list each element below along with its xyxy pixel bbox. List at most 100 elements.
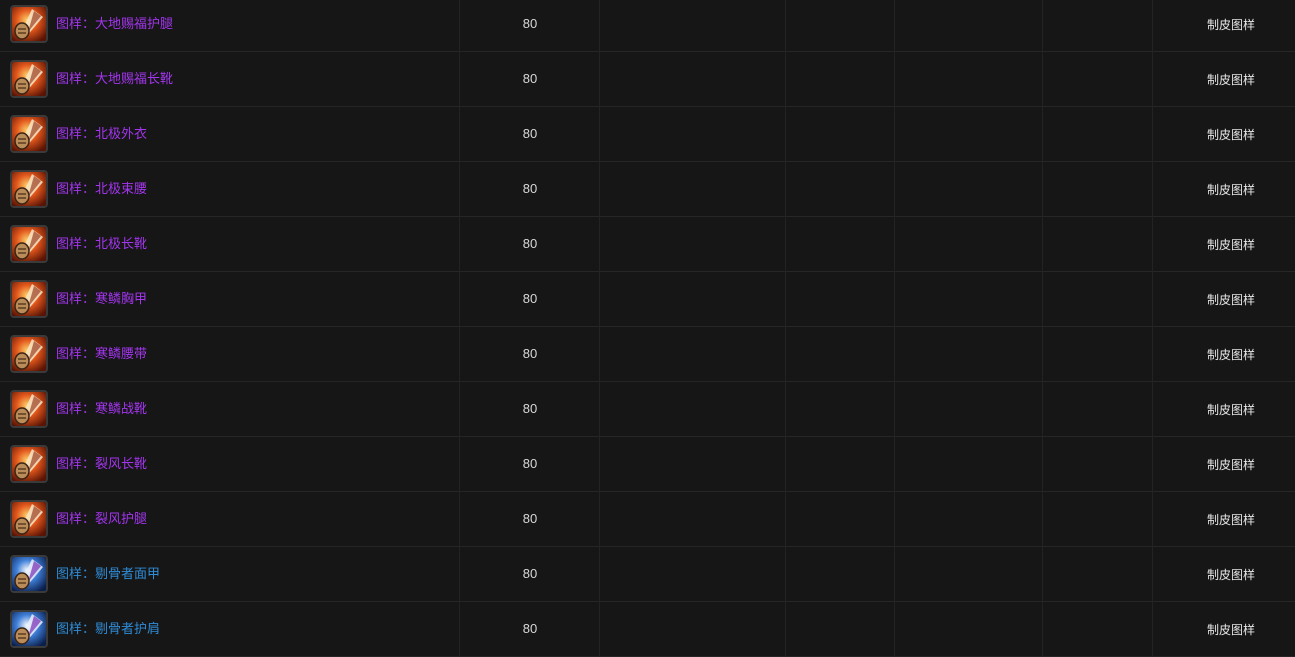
source-value: 制皮图样	[1206, 73, 1255, 87]
name-cell: 图样：大地赐福长靴	[0, 52, 460, 107]
name-cell: 图样：寒鳞战靴	[0, 382, 460, 437]
level-cell: 80	[460, 272, 600, 327]
empty-cell	[895, 437, 1043, 492]
name-cell: 图样：北极长靴	[0, 217, 460, 272]
item-link[interactable]: 图样：北极长靴	[56, 236, 147, 252]
level-value: 80	[522, 16, 538, 31]
leatherworking-pattern-icon[interactable]	[10, 60, 48, 98]
empty-cell	[600, 382, 786, 437]
leatherworking-pattern-icon[interactable]	[10, 170, 48, 208]
level-cell: 80	[460, 327, 600, 382]
level-value: 80	[522, 291, 538, 306]
source-cell: 制皮图样	[1153, 217, 1295, 272]
empty-cell	[1043, 327, 1153, 382]
empty-cell	[895, 492, 1043, 547]
empty-cell	[895, 0, 1043, 52]
name-cell: 图样：大地赐福护腿	[0, 0, 460, 52]
empty-cell	[1043, 547, 1153, 602]
empty-cell	[786, 162, 895, 217]
leatherworking-pattern-icon[interactable]	[10, 555, 48, 593]
leatherworking-pattern-icon[interactable]	[10, 115, 48, 153]
table-row: 图样：裂风护腿 80 制皮图样	[0, 492, 1295, 547]
level-value: 80	[522, 126, 538, 141]
source-cell: 制皮图样	[1153, 437, 1295, 492]
item-link[interactable]: 图样：大地赐福长靴	[56, 71, 173, 87]
level-cell: 80	[460, 382, 600, 437]
level-value: 80	[522, 401, 538, 416]
empty-cell	[600, 52, 786, 107]
table-row: 图样：北极外衣 80 制皮图样	[0, 107, 1295, 162]
source-cell: 制皮图样	[1153, 107, 1295, 162]
empty-cell	[786, 0, 895, 52]
level-cell: 80	[460, 602, 600, 657]
empty-cell	[895, 602, 1043, 657]
level-cell: 80	[460, 547, 600, 602]
leatherworking-pattern-icon[interactable]	[10, 610, 48, 648]
empty-cell	[600, 272, 786, 327]
level-value: 80	[522, 346, 538, 361]
empty-cell	[600, 107, 786, 162]
empty-cell	[1043, 437, 1153, 492]
level-cell: 80	[460, 437, 600, 492]
empty-cell	[1043, 52, 1153, 107]
source-cell: 制皮图样	[1153, 547, 1295, 602]
item-link[interactable]: 图样：北极束腰	[56, 181, 147, 197]
empty-cell	[786, 492, 895, 547]
leatherworking-pattern-icon[interactable]	[10, 445, 48, 483]
empty-cell	[600, 327, 786, 382]
table-row: 图样：裂风长靴 80 制皮图样	[0, 437, 1295, 492]
source-cell: 制皮图样	[1153, 52, 1295, 107]
source-value: 制皮图样	[1206, 183, 1255, 197]
empty-cell	[600, 602, 786, 657]
empty-cell	[895, 382, 1043, 437]
source-value: 制皮图样	[1206, 348, 1255, 362]
source-value: 制皮图样	[1206, 458, 1255, 472]
item-link[interactable]: 图样：裂风护腿	[56, 511, 147, 527]
empty-cell	[1043, 492, 1153, 547]
leatherworking-pattern-icon[interactable]	[10, 335, 48, 373]
item-link[interactable]: 图样：剔骨者护肩	[56, 621, 160, 637]
source-value: 制皮图样	[1206, 403, 1255, 417]
item-link[interactable]: 图样：寒鳞胸甲	[56, 291, 147, 307]
empty-cell	[786, 437, 895, 492]
empty-cell	[600, 217, 786, 272]
source-cell: 制皮图样	[1153, 327, 1295, 382]
empty-cell	[895, 272, 1043, 327]
item-link[interactable]: 图样：寒鳞战靴	[56, 401, 147, 417]
leatherworking-pattern-icon[interactable]	[10, 390, 48, 428]
source-cell: 制皮图样	[1153, 272, 1295, 327]
empty-cell	[895, 107, 1043, 162]
name-cell: 图样：北极束腰	[0, 162, 460, 217]
item-link[interactable]: 图样：大地赐福护腿	[56, 16, 173, 32]
recipe-table: 图样：大地赐福护腿 80 制皮图样 图样：大地赐福长靴 80 制皮图样 图样：北…	[0, 0, 1295, 657]
leatherworking-pattern-icon[interactable]	[10, 500, 48, 538]
empty-cell	[600, 492, 786, 547]
name-cell: 图样：剔骨者面甲	[0, 547, 460, 602]
level-cell: 80	[460, 107, 600, 162]
empty-cell	[895, 52, 1043, 107]
source-value: 制皮图样	[1206, 128, 1255, 142]
empty-cell	[895, 162, 1043, 217]
level-value: 80	[522, 456, 538, 471]
leatherworking-pattern-icon[interactable]	[10, 280, 48, 318]
name-cell: 图样：北极外衣	[0, 107, 460, 162]
empty-cell	[1043, 0, 1153, 52]
level-value: 80	[522, 181, 538, 196]
table-row: 图样：寒鳞战靴 80 制皮图样	[0, 382, 1295, 437]
item-link[interactable]: 图样：剔骨者面甲	[56, 566, 160, 582]
empty-cell	[600, 437, 786, 492]
table-row: 图样：寒鳞胸甲 80 制皮图样	[0, 272, 1295, 327]
empty-cell	[895, 327, 1043, 382]
level-cell: 80	[460, 162, 600, 217]
source-cell: 制皮图样	[1153, 492, 1295, 547]
empty-cell	[1043, 217, 1153, 272]
empty-cell	[600, 547, 786, 602]
name-cell: 图样：寒鳞腰带	[0, 327, 460, 382]
empty-cell	[600, 0, 786, 52]
item-link[interactable]: 图样：寒鳞腰带	[56, 346, 147, 362]
source-cell: 制皮图样	[1153, 602, 1295, 657]
leatherworking-pattern-icon[interactable]	[10, 5, 48, 43]
item-link[interactable]: 图样：裂风长靴	[56, 456, 147, 472]
leatherworking-pattern-icon[interactable]	[10, 225, 48, 263]
item-link[interactable]: 图样：北极外衣	[56, 126, 147, 142]
